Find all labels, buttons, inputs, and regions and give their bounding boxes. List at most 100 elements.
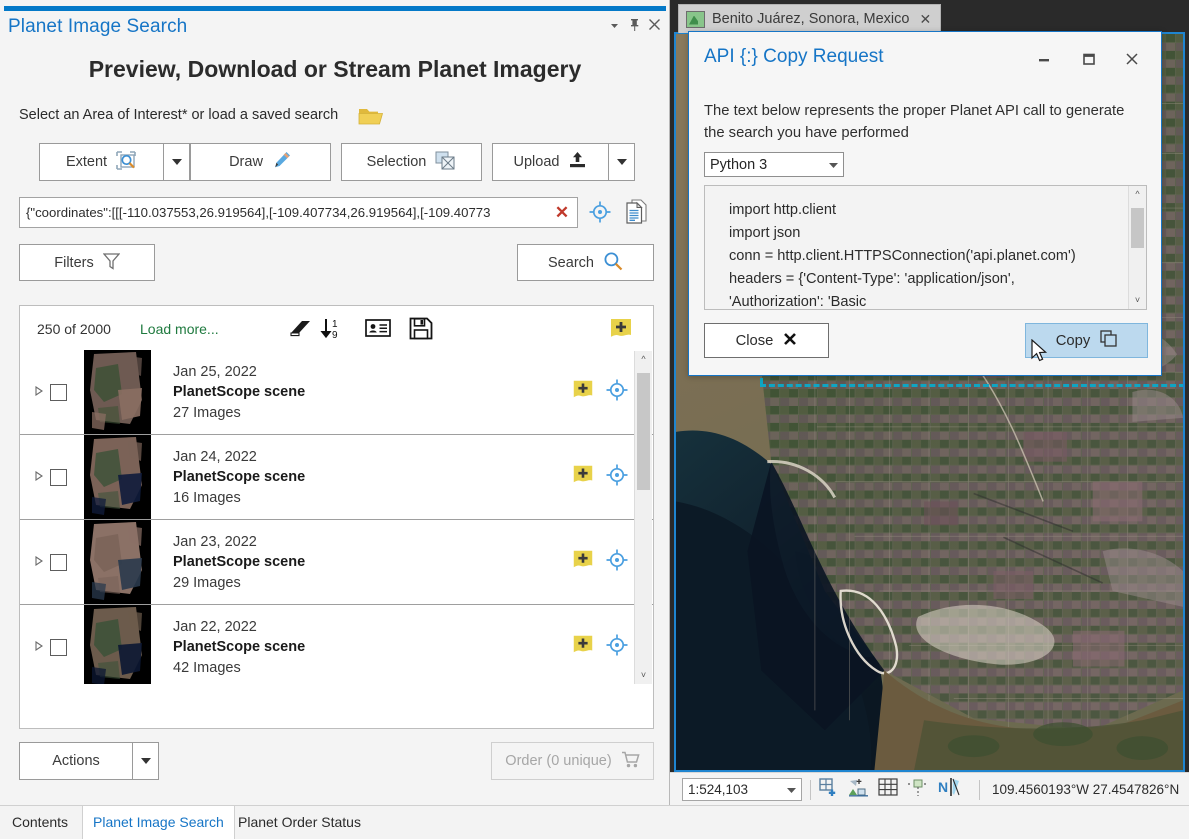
close-icon[interactable]: ✕ [919,11,931,28]
select-features-icon[interactable] [848,778,869,802]
filters-button[interactable]: Filters [19,244,155,281]
grid-icon[interactable] [878,778,898,801]
scene-thumbnail [84,350,151,434]
map-status-bar: 1:524,103 N 109.4560193°W 27.4547826°N [670,772,1189,806]
search-input[interactable] [20,198,547,227]
extent-dropdown-button[interactable] [164,143,190,181]
tab-planet-image-search[interactable]: Planet Image Search [82,806,235,839]
sort-1-9-icon[interactable]: 1 9 [320,317,346,346]
pane-accent-bar [4,6,666,11]
add-to-basket-icon[interactable] [571,548,605,577]
scene-thumbnail [84,435,151,519]
table-row[interactable]: Jan 24, 2022 PlanetScope scene 16 Images [20,435,653,520]
scene-thumbnail [84,605,151,684]
chevron-down-icon[interactable] [787,782,796,797]
pane-title: Planet Image Search [8,16,188,37]
snapping-icon[interactable] [907,778,929,802]
scene-checkbox[interactable] [50,553,67,571]
eraser-icon[interactable] [289,317,313,344]
scene-image-count: 16 Images [173,489,241,506]
table-row[interactable]: Jan 23, 2022 PlanetScope scene 29 Images [20,520,653,605]
maximize-icon[interactable] [1074,46,1104,72]
actions-dropdown-button[interactable] [133,742,159,780]
north-measure-icon[interactable]: N [938,777,962,802]
scale-selector[interactable]: 1:524,103 [682,778,802,801]
chevron-down-icon[interactable]: ˅ [1129,292,1146,309]
folder-open-icon[interactable] [358,106,386,128]
triangle-right-icon[interactable] [29,640,49,654]
api-code-textarea[interactable]: import http.client import json conn = ht… [704,185,1147,310]
scene-checkbox[interactable] [50,383,67,401]
scene-checkbox[interactable] [50,638,67,656]
map-tab-label: Benito Juárez, Sonora, Mexico [712,11,910,27]
triangle-right-icon[interactable] [29,470,49,484]
table-row[interactable]: Jan 22, 2022 PlanetScope scene 42 Images [20,605,653,684]
order-button[interactable]: Order (0 unique) [491,742,654,780]
svg-text:1: 1 [332,319,338,330]
zoom-to-aoi-icon[interactable] [588,200,612,229]
copy-document-icon[interactable] [625,199,648,229]
add-to-basket-icon[interactable] [571,633,605,662]
chevron-up-icon[interactable]: ^ [1129,186,1146,203]
draw-button[interactable]: Draw [190,143,331,181]
extent-button[interactable]: Extent [39,143,164,181]
map-tab[interactable]: Benito Juárez, Sonora, Mexico ✕ [678,4,942,33]
selection-layers-icon [435,151,456,174]
add-to-basket-icon[interactable] [571,463,605,492]
scene-list[interactable]: Jan 25, 2022 PlanetScope scene 27 Images Ja… [20,350,653,684]
extent-label: Extent [65,154,108,170]
search-button[interactable]: Search [517,244,654,281]
copy-icon [1100,330,1117,351]
load-more-link[interactable]: Load more... [140,321,219,337]
actions-button[interactable]: Actions [19,742,133,780]
search-label: Search [548,254,594,271]
selection-label: Selection [366,154,427,170]
upload-button[interactable]: Upload [492,143,609,181]
cart-icon [621,751,640,772]
scene-title: PlanetScope scene [173,383,306,400]
tab-contents[interactable]: Contents [2,806,78,839]
page-title: Preview, Download or Stream Planet Image… [88,56,582,82]
api-copy-request-dialog[interactable]: API {:} Copy Request The text below repr… [688,31,1162,376]
copy-button[interactable]: Copy [1025,323,1148,358]
x-mark-icon [783,332,797,350]
pin-icon[interactable] [625,18,643,36]
scene-image-count: 27 Images [173,404,241,421]
add-new-map-icon[interactable] [819,777,839,802]
scrollbar-thumb[interactable] [1131,208,1144,248]
selection-button[interactable]: Selection [341,143,482,181]
scrollbar-thumb[interactable] [637,373,650,490]
metadata-card-icon[interactable] [365,317,391,344]
planet-image-search-pane: Planet Image Search Preview, Download or… [0,0,670,805]
scene-title: PlanetScope scene [173,638,306,655]
scale-value: 1:524,103 [688,782,749,797]
bottom-tab-strip: Contents Planet Image Search Planet Orde… [0,805,1189,839]
cursor-coordinates: 109.4560193°W 27.4547826°N [992,782,1180,797]
search-results-panel: 250 of 2000 Load more... 1 9 Jan 25, 202… [19,305,654,729]
chevron-up-icon[interactable]: ^ [635,351,652,368]
chevron-down-icon[interactable] [605,18,623,36]
floppy-save-icon[interactable] [409,317,433,345]
chevron-down-icon[interactable] [829,157,838,173]
aoi-coordinates-field[interactable]: ✕ [19,197,578,228]
code-scrollbar[interactable]: ^ ˅ [1128,186,1146,309]
upload-dropdown-button[interactable] [609,143,635,181]
close-icon[interactable] [645,18,663,36]
tab-planet-order-status[interactable]: Planet Order Status [228,806,371,839]
language-value: Python 3 [710,156,768,173]
add-all-to-basket-icon[interactable] [608,316,634,347]
chevron-down-icon[interactable]: ˅ [635,667,652,684]
scene-title: PlanetScope scene [173,468,306,485]
triangle-right-icon[interactable] [29,385,49,399]
scene-checkbox[interactable] [50,468,67,486]
clear-x-icon[interactable]: ✕ [547,203,577,223]
close-icon[interactable] [1117,46,1147,72]
upload-label: Upload [513,154,560,170]
triangle-right-icon[interactable] [29,555,49,569]
close-button[interactable]: Close [704,323,829,358]
minimize-icon[interactable] [1029,46,1059,72]
table-row[interactable]: Jan 25, 2022 PlanetScope scene 27 Images [20,350,653,435]
add-to-basket-icon[interactable] [571,378,605,407]
scene-list-scrollbar[interactable]: ^ ˅ [634,351,652,684]
language-select[interactable]: Python 3 [704,152,844,177]
